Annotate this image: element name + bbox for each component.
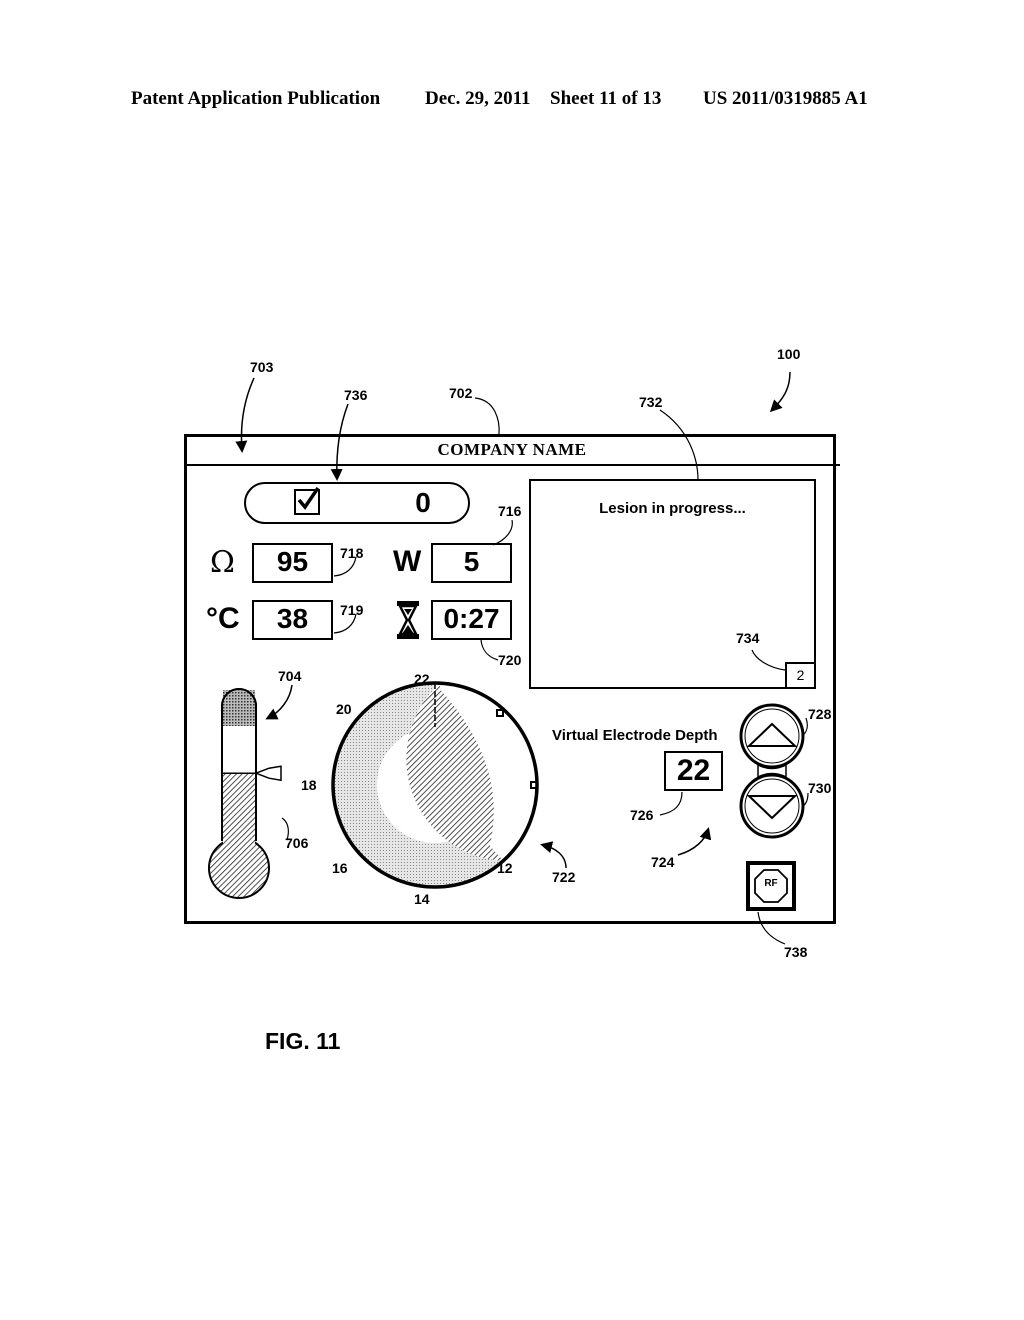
ref-title-bar: 703 [250, 359, 274, 375]
ref-counter: 736 [344, 387, 368, 403]
dial-tick-label: 22 [414, 671, 430, 687]
dial-tick-label: 18 [301, 777, 317, 793]
ref-rf-button: 738 [784, 944, 808, 960]
company-name: COMPANY NAME [437, 440, 587, 459]
ref-message: 732 [639, 394, 663, 410]
depth-up-button[interactable] [739, 703, 805, 769]
figure-label: FIG. 11 [265, 1028, 341, 1054]
dial-marker-icon [496, 709, 504, 717]
thermometer-marker-icon[interactable] [253, 765, 282, 782]
status-message: Lesion in progress... [599, 500, 746, 517]
dial-tick-label: 12 [497, 860, 513, 876]
dial-tick-label: 20 [336, 701, 352, 717]
temperature-value: 38 [252, 600, 333, 640]
dial-tick-label: 14 [414, 891, 430, 907]
virtual-electrode-depth-label: Virtual Electrode Depth [552, 727, 718, 744]
omega-icon: Ω [210, 545, 235, 580]
ref-device: 100 [777, 346, 801, 362]
depth-buttons [739, 703, 805, 839]
watt-icon: W [393, 545, 422, 578]
hourglass-icon [397, 601, 419, 639]
timer-value: 0:27 [431, 600, 512, 640]
page-indicator[interactable]: 2 [785, 662, 816, 689]
checkbox-checked-icon [294, 487, 320, 515]
rf-button[interactable]: RF [746, 861, 796, 911]
power-value: 5 [431, 543, 512, 583]
thermometer-gauge [208, 688, 282, 899]
celsius-icon: °C [206, 602, 240, 635]
depth-down-button[interactable] [739, 773, 805, 839]
impedance-value: 95 [252, 543, 333, 583]
counter-value: 0 [415, 487, 431, 518]
dial-tick-label: 16 [332, 860, 348, 876]
virtual-electrode-depth-value: 22 [664, 751, 723, 791]
ref-company-name: 702 [449, 385, 473, 401]
rf-button-label: RF [764, 878, 778, 889]
depth-dial [331, 681, 539, 889]
dial-marker-icon [530, 781, 538, 789]
